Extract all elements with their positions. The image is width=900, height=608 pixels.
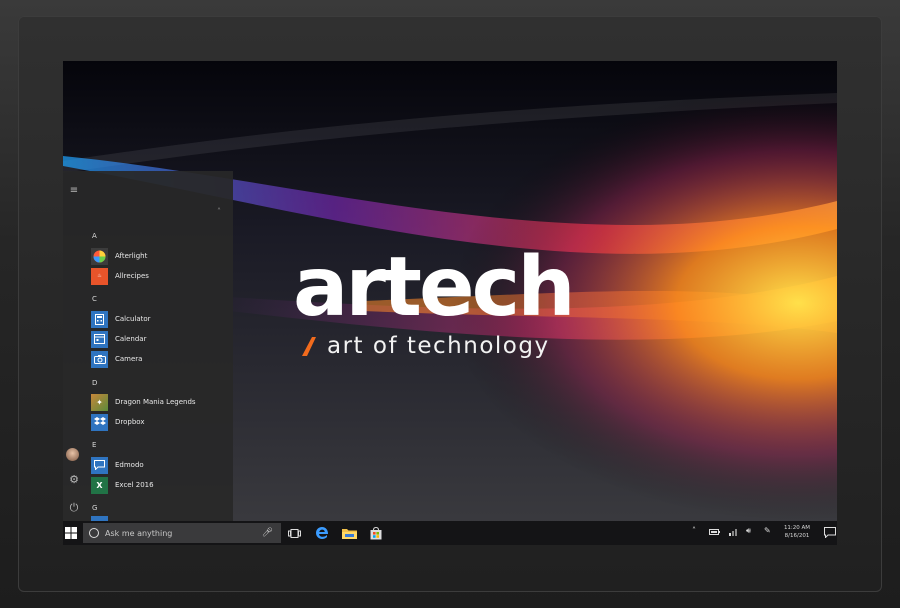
allrecipes-icon: ♨	[91, 267, 108, 285]
clock-date: 8/16/201	[784, 533, 810, 539]
cortana-search-box[interactable]: Ask me anything 🎤︎	[83, 523, 281, 543]
calendar-icon	[91, 330, 108, 348]
calculator-icon	[91, 310, 108, 328]
battery-icon[interactable]	[709, 528, 720, 537]
brand-mark-icon	[302, 337, 316, 356]
app-label: Camera	[115, 355, 143, 363]
action-center-icon[interactable]	[824, 527, 836, 538]
task-view-icon[interactable]	[285, 525, 303, 541]
scroll-up-icon[interactable]: ˄	[217, 207, 221, 216]
group-letter-d[interactable]: D	[92, 379, 97, 387]
app-item-afterlight[interactable]: Afterlight	[91, 247, 231, 265]
system-clock[interactable]: 11:20 AM 8/16/201	[779, 524, 815, 540]
user-avatar[interactable]	[66, 448, 79, 461]
dropbox-icon	[91, 413, 108, 431]
app-label: Dragon Mania Legends	[115, 398, 196, 406]
app-item-excel-2016[interactable]: X Excel 2016	[91, 476, 231, 494]
pen-workspace-icon[interactable]: ✎	[764, 526, 771, 535]
app-item-calculator[interactable]: Calculator	[91, 310, 231, 328]
app-item-dragon-mania-legends[interactable]: ✦ Dragon Mania Legends	[91, 393, 231, 411]
store-icon[interactable]	[367, 525, 385, 541]
show-hidden-icons-chevron-icon[interactable]: ˄	[692, 526, 696, 535]
brand-name: artech	[293, 240, 576, 335]
microphone-icon[interactable]: 🎤︎	[262, 528, 273, 538]
app-item-camera[interactable]: Camera	[91, 350, 231, 368]
network-icon[interactable]	[729, 527, 739, 538]
search-placeholder: Ask me anything	[105, 528, 173, 538]
brand-tagline: art of technology	[327, 333, 550, 359]
screen: artech art of technology ≡ ⚙ ⏻ ˄ A After…	[63, 61, 837, 545]
group-letter-a[interactable]: A	[92, 232, 97, 240]
app-label: Allrecipes	[115, 272, 149, 280]
file-explorer-icon[interactable]	[340, 525, 358, 541]
app-item-calendar[interactable]: Calendar	[91, 330, 231, 348]
afterlight-icon	[91, 247, 108, 265]
app-label: Dropbox	[115, 418, 145, 426]
group-letter-g[interactable]: G	[92, 504, 97, 512]
brand-logo: artech art of technology	[293, 247, 623, 367]
hamburger-menu-icon[interactable]: ≡	[63, 185, 85, 196]
app-label: Excel 2016	[115, 481, 154, 489]
group-letter-c[interactable]: C	[92, 295, 97, 303]
edmodo-icon	[91, 456, 108, 474]
volume-icon[interactable]: 🔊︎	[746, 526, 751, 536]
clock-time: 11:20 AM	[783, 525, 811, 531]
edge-browser-icon[interactable]	[313, 525, 331, 541]
start-rail: ≡ ⚙ ⏻	[63, 171, 85, 521]
dragon-mania-legends-icon: ✦	[91, 393, 108, 411]
cortana-icon	[89, 528, 99, 538]
settings-gear-icon[interactable]: ⚙	[63, 473, 85, 486]
windows-start-icon[interactable]	[65, 527, 77, 539]
app-item-allrecipes[interactable]: ♨ Allrecipes	[91, 267, 231, 285]
app-label: Calendar	[115, 335, 147, 343]
group-letter-e[interactable]: E	[92, 441, 96, 449]
taskbar: Ask me anything 🎤︎ ˄ 🔊︎ ✎ 11:20 AM 8/16/…	[63, 521, 837, 545]
app-label: Calculator	[115, 315, 151, 323]
start-menu: ≡ ⚙ ⏻ ˄ A Afterlight ♨ Allrecipes C Calc…	[63, 171, 233, 521]
power-icon[interactable]: ⏻	[63, 501, 85, 515]
app-label: Afterlight	[115, 252, 148, 260]
app-item-edmodo[interactable]: Edmodo	[91, 456, 231, 474]
app-label: Edmodo	[115, 461, 144, 469]
excel-icon: X	[91, 476, 108, 494]
app-item-dropbox[interactable]: Dropbox	[91, 413, 231, 431]
camera-icon	[91, 350, 108, 368]
